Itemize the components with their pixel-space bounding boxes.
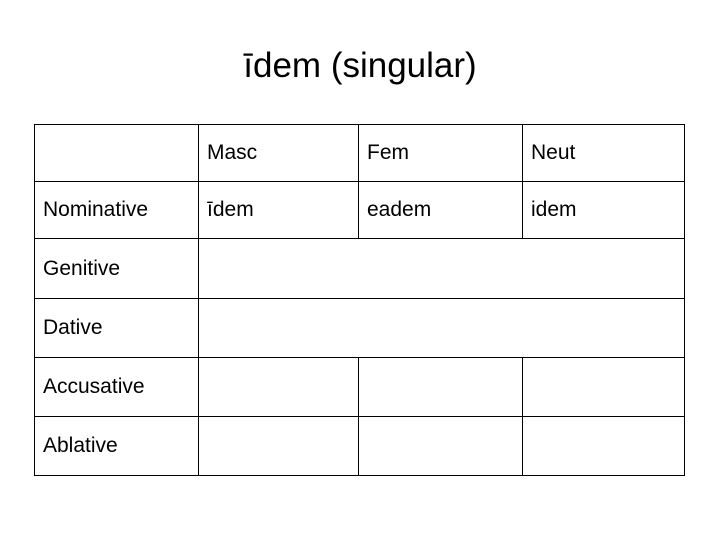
form-ablative-neut <box>522 416 685 476</box>
column-header-neut: Neut <box>522 124 685 182</box>
column-header-fem: Fem <box>358 124 523 182</box>
table-row: Nominative īdem eadem idem <box>34 181 685 239</box>
table-row: Ablative <box>34 416 685 476</box>
page-title: īdem (singular) <box>243 46 477 85</box>
form-accusative-masc <box>198 357 359 417</box>
form-dative-all <box>198 298 685 358</box>
form-genitive-all <box>198 238 685 299</box>
table-row: Genitive <box>34 238 685 299</box>
form-accusative-fem <box>358 357 523 417</box>
table-header-row: Masc Fem Neut <box>34 124 685 182</box>
case-label-dative: Dative <box>34 298 199 358</box>
form-ablative-masc <box>198 416 359 476</box>
case-label-nominative: Nominative <box>34 181 199 239</box>
table-corner-cell <box>34 124 199 182</box>
form-nominative-masc: īdem <box>198 181 359 239</box>
slide-canvas: īdem (singular) Masc Fem Neut Nominative… <box>0 0 720 540</box>
form-ablative-fem <box>358 416 523 476</box>
form-accusative-neut <box>522 357 685 417</box>
case-label-genitive: Genitive <box>34 238 199 299</box>
column-header-masc: Masc <box>198 124 359 182</box>
declension-table: Masc Fem Neut Nominative īdem eadem idem… <box>34 124 685 476</box>
case-label-ablative: Ablative <box>34 416 199 476</box>
table-row: Accusative <box>34 357 685 417</box>
case-label-accusative: Accusative <box>34 357 199 417</box>
form-nominative-fem: eadem <box>358 181 523 239</box>
table-row: Dative <box>34 298 685 358</box>
form-nominative-neut: idem <box>522 181 685 239</box>
